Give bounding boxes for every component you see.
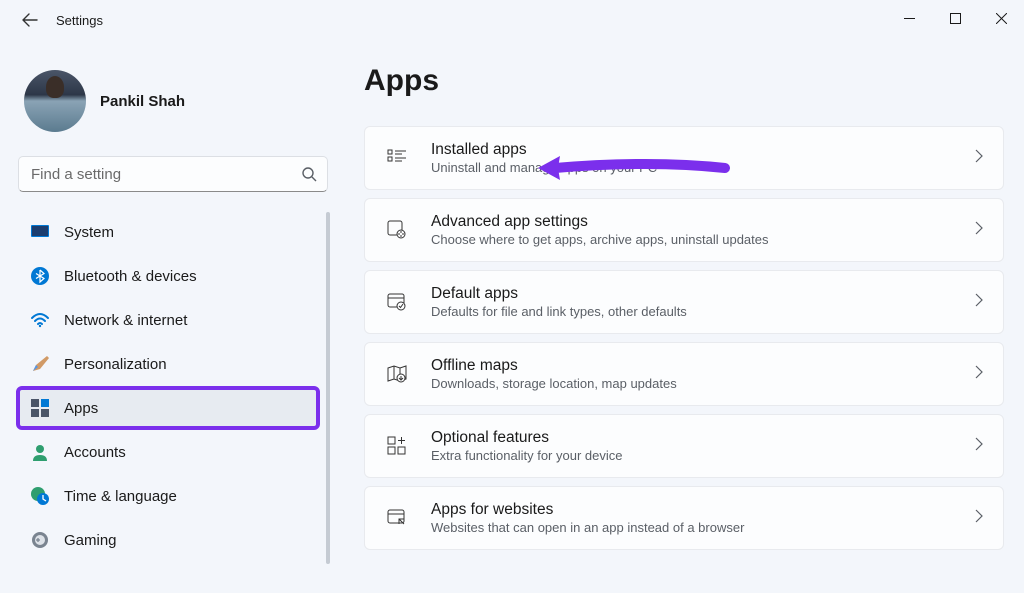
sidebar-item-accounts[interactable]: Accounts (18, 432, 318, 472)
sidebar-item-apps[interactable]: Apps (18, 388, 318, 428)
sidebar-item-network[interactable]: Network & internet (18, 300, 318, 340)
sidebar-item-label: Personalization (64, 356, 167, 373)
card-subtitle: Defaults for file and link types, other … (431, 304, 953, 319)
advanced-settings-icon (385, 218, 409, 242)
card-title: Optional features (431, 429, 953, 447)
sidebar-item-label: Apps (64, 400, 98, 417)
app-title: Settings (56, 13, 103, 28)
bluetooth-icon (30, 266, 50, 286)
apps-icon (30, 398, 50, 418)
default-apps-icon (385, 290, 409, 314)
card-apps-for-websites[interactable]: Apps for websites Websites that can open… (364, 486, 1004, 550)
sidebar-item-time-language[interactable]: Time & language (18, 476, 318, 516)
sidebar-item-label: Accounts (64, 444, 126, 461)
card-subtitle: Uninstall and manage apps on your PC (431, 160, 953, 175)
chevron-right-icon (975, 437, 983, 456)
card-subtitle: Websites that can open in an app instead… (431, 520, 953, 535)
card-title: Advanced app settings (431, 213, 953, 231)
search-box[interactable] (18, 156, 328, 192)
card-subtitle: Choose where to get apps, archive apps, … (431, 232, 953, 247)
sidebar: Pankil Shah System Bluetooth & devices N… (0, 40, 340, 593)
chevron-right-icon (975, 149, 983, 168)
sidebar-item-system[interactable]: System (18, 212, 318, 252)
sidebar-item-personalization[interactable]: Personalization (18, 344, 318, 384)
card-title: Default apps (431, 285, 953, 303)
page-title: Apps (364, 64, 1004, 98)
map-icon (385, 362, 409, 386)
installed-apps-icon (385, 146, 409, 170)
chevron-right-icon (975, 365, 983, 384)
sidebar-item-label: Network & internet (64, 312, 187, 329)
back-button[interactable] (18, 8, 42, 32)
globe-clock-icon (30, 486, 50, 506)
wifi-icon (30, 310, 50, 330)
sidebar-item-label: Gaming (64, 532, 117, 549)
sidebar-item-bluetooth[interactable]: Bluetooth & devices (18, 256, 318, 296)
sidebar-scrollbar[interactable] (326, 212, 330, 564)
card-title: Offline maps (431, 357, 953, 375)
chevron-right-icon (975, 509, 983, 528)
paintbrush-icon (30, 354, 50, 374)
close-icon (996, 13, 1007, 24)
sidebar-item-label: Bluetooth & devices (64, 268, 197, 285)
gamepad-icon (30, 530, 50, 550)
window-controls (886, 0, 1024, 36)
nav-list: System Bluetooth & devices Network & int… (18, 212, 328, 564)
close-button[interactable] (978, 0, 1024, 36)
card-installed-apps[interactable]: Installed apps Uninstall and manage apps… (364, 126, 1004, 190)
minimize-icon (904, 13, 915, 24)
titlebar: Settings (0, 0, 1024, 40)
card-offline-maps[interactable]: Offline maps Downloads, storage location… (364, 342, 1004, 406)
maximize-icon (950, 13, 961, 24)
main-content: Apps Installed apps Uninstall and manage… (340, 40, 1024, 593)
sidebar-item-gaming[interactable]: Gaming (18, 520, 318, 560)
person-icon (30, 442, 50, 462)
chevron-right-icon (975, 221, 983, 240)
profile-name: Pankil Shah (100, 93, 185, 110)
minimize-button[interactable] (886, 0, 932, 36)
search-input[interactable] (31, 166, 301, 183)
card-subtitle: Extra functionality for your device (431, 448, 953, 463)
card-subtitle: Downloads, storage location, map updates (431, 376, 953, 391)
arrow-left-icon (22, 12, 38, 28)
card-default-apps[interactable]: Default apps Defaults for file and link … (364, 270, 1004, 334)
maximize-button[interactable] (932, 0, 978, 36)
apps-websites-icon (385, 506, 409, 530)
avatar (24, 70, 86, 132)
profile-section[interactable]: Pankil Shah (18, 40, 328, 156)
card-advanced-app-settings[interactable]: Advanced app settings Choose where to ge… (364, 198, 1004, 262)
sidebar-item-label: System (64, 224, 114, 241)
system-icon (30, 222, 50, 242)
chevron-right-icon (975, 293, 983, 312)
optional-features-icon (385, 434, 409, 458)
card-optional-features[interactable]: Optional features Extra functionality fo… (364, 414, 1004, 478)
card-title: Installed apps (431, 141, 953, 159)
sidebar-item-label: Time & language (64, 488, 177, 505)
card-title: Apps for websites (431, 501, 953, 519)
search-icon (301, 166, 317, 182)
